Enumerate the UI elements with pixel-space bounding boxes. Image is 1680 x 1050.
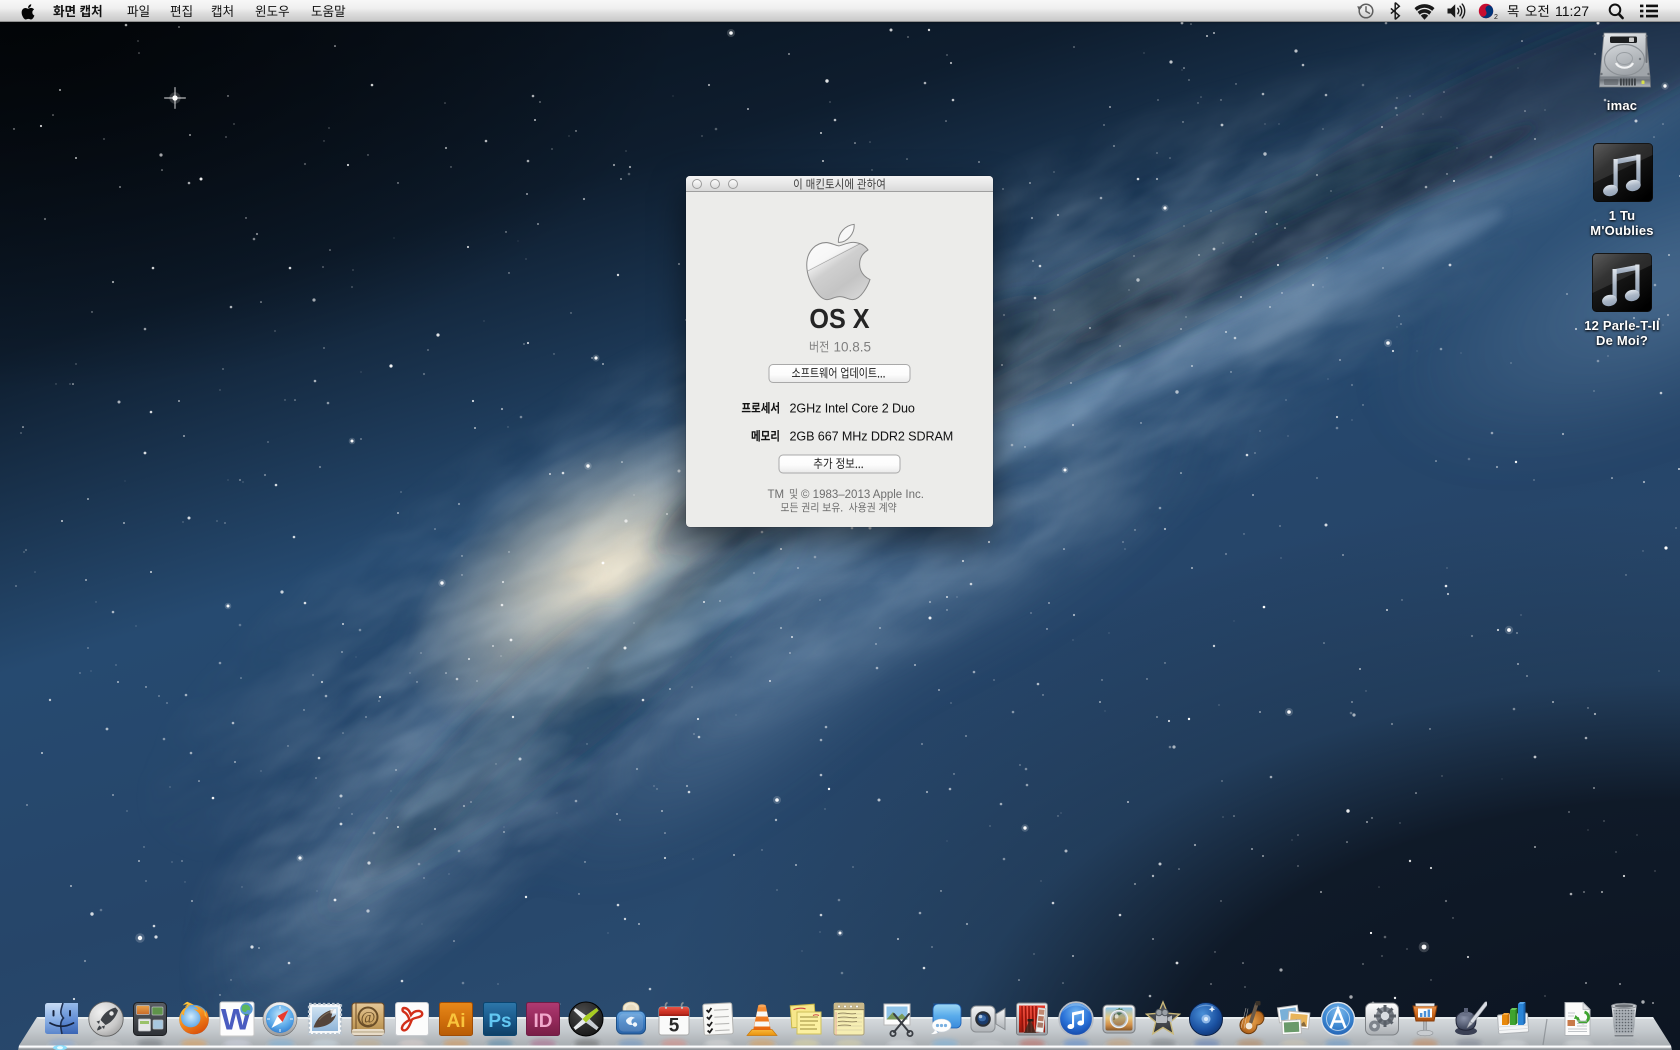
svg-text:11:27: 11:27: [1555, 3, 1589, 19]
svg-text:2GB 667 MHz DDR2 SDRAM: 2GB 667 MHz DDR2 SDRAM: [790, 430, 954, 444]
svg-text:5: 5: [669, 1016, 680, 1037]
svg-text:TM: TM: [768, 489, 785, 501]
svg-text:© 1983–2013 Apple Inc.: © 1983–2013 Apple Inc.: [801, 489, 924, 501]
svg-text:ID: ID: [534, 1011, 553, 1032]
svg-text:@: @: [361, 1010, 376, 1027]
svg-text:2: 2: [1494, 14, 1498, 21]
svg-text:Ps: Ps: [488, 1011, 511, 1032]
svg-text:2GHz Intel Core 2 Duo: 2GHz Intel Core 2 Duo: [790, 402, 915, 416]
svg-text:10.8.5: 10.8.5: [834, 340, 872, 355]
svg-text:Ai: Ai: [447, 1011, 466, 1032]
